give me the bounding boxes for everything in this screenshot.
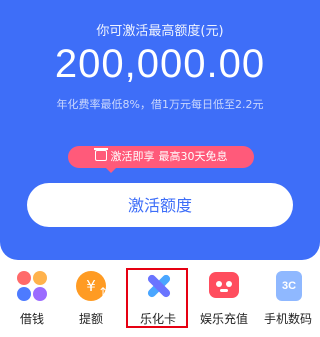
- flower-icon: [16, 270, 48, 302]
- promo-right-text: 最高30天免息: [158, 150, 228, 163]
- promo-badge: 激活即享 最高30天免息: [68, 146, 254, 168]
- credit-hero-panel: 你可激活最高额度(元) 200,000.00 年化费率最低8%，借1万元每日低至…: [0, 0, 320, 260]
- credit-limit-subtitle: 你可激活最高额度(元): [96, 24, 224, 39]
- rate-description: 年化费率最低8%，借1万元每日低至2.2元: [56, 98, 264, 111]
- promo-badge-pointer: [106, 168, 116, 173]
- highlight-box: [126, 268, 188, 328]
- nav-label-raise-limit: 提额: [78, 312, 103, 326]
- tv-icon: [208, 270, 240, 302]
- nav-label-entertainment-recharge: 娱乐充值: [199, 312, 248, 326]
- yuan-up-icon: ¥ ↑: [75, 270, 108, 302]
- nav-item-entertainment-recharge[interactable]: 娱乐充值: [192, 262, 256, 337]
- nav-item-digital[interactable]: 3C 手机数码: [256, 262, 320, 337]
- gift-icon: [93, 148, 108, 161]
- nav-item-raise-limit[interactable]: ¥ ↑ 提额: [59, 262, 123, 337]
- nav-item-borrow[interactable]: 借钱: [0, 262, 64, 337]
- credit-limit-amount: 200,000.00: [54, 42, 266, 86]
- nav-label-borrow: 借钱: [19, 312, 44, 326]
- activate-limit-button[interactable]: 激活额度: [27, 183, 293, 227]
- phone-3c-icon: 3C: [272, 270, 304, 302]
- promo-left-text: 激活即享: [110, 150, 155, 163]
- nav-label-digital: 手机数码: [263, 312, 312, 326]
